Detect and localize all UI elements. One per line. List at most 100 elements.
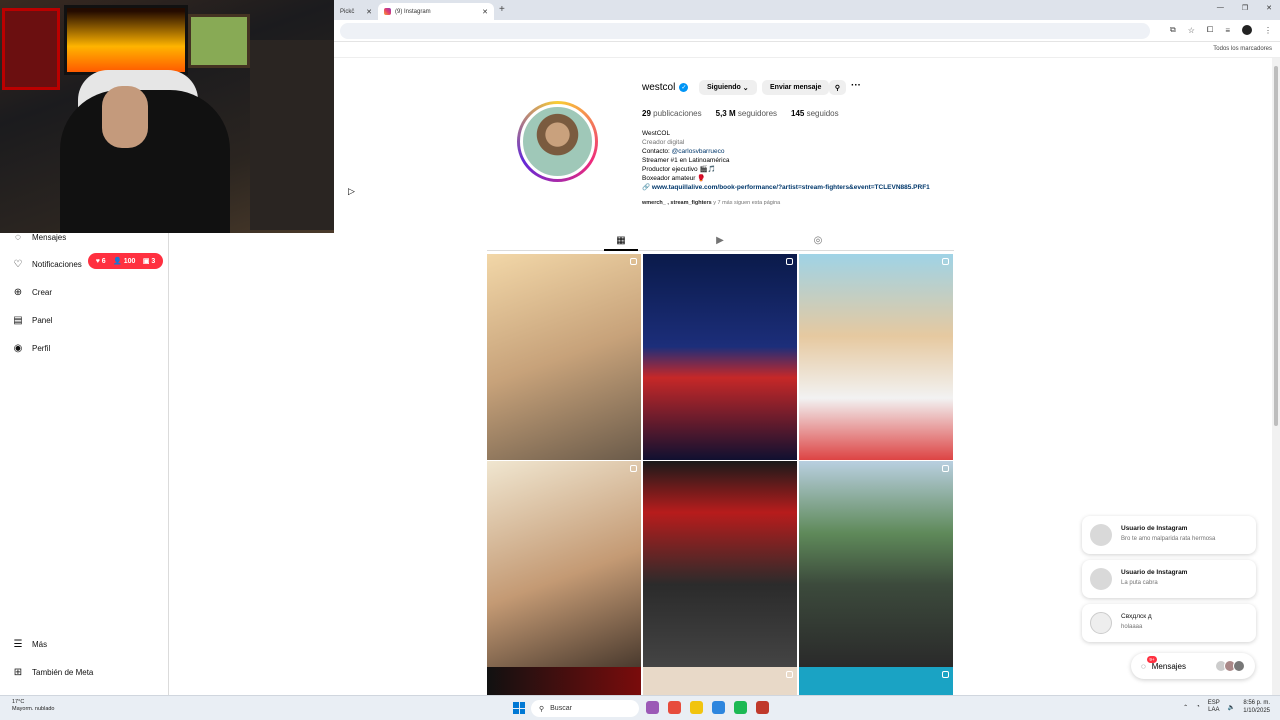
post-thumbnail[interactable] bbox=[799, 667, 953, 695]
bio-external-link[interactable]: 🔗 www.taquillalive.com/book-performance/… bbox=[642, 183, 930, 192]
add-person-icon: ⚲ bbox=[834, 84, 841, 92]
close-tab-icon[interactable]: ✕ bbox=[482, 8, 488, 16]
notification-badge[interactable]: ♥ 6 👤 100 ▣ 3 bbox=[88, 253, 163, 269]
followers-stat[interactable]: 5,3 M seguidores bbox=[716, 109, 777, 118]
weather-widget[interactable]: 17°C Mayorm. nublado bbox=[12, 699, 55, 713]
active-tab-indicator bbox=[604, 249, 638, 251]
scrollbar-thumb[interactable] bbox=[1274, 66, 1278, 426]
browser-tab-inactive[interactable]: Pickc̈ ✕ bbox=[334, 3, 378, 20]
app-icon[interactable] bbox=[646, 701, 659, 714]
spotify-icon[interactable] bbox=[734, 701, 747, 714]
recent-chat-avatars bbox=[1215, 660, 1245, 672]
post-thumbnail[interactable] bbox=[487, 667, 641, 695]
mouse-cursor-icon: ▷ bbox=[348, 186, 355, 196]
close-tab-icon[interactable]: ✕ bbox=[366, 8, 372, 16]
followers-label: seguidores bbox=[737, 109, 778, 118]
tagged-tab-icon[interactable]: ◎ bbox=[812, 234, 824, 246]
post-thumbnail[interactable] bbox=[799, 254, 953, 460]
carousel-icon bbox=[630, 465, 637, 472]
browser-tab-instagram[interactable]: (9) Instagram ✕ bbox=[378, 3, 494, 20]
messages-pill-button[interactable]: ◌ 9+ Mensajes bbox=[1131, 653, 1255, 679]
carousel-icon bbox=[942, 258, 949, 265]
close-window-icon[interactable]: ✕ bbox=[1266, 4, 1272, 12]
suggest-users-button[interactable]: ⚲ bbox=[829, 80, 846, 95]
menu-icon: ☰ bbox=[13, 638, 23, 650]
chat-preview[interactable]: Usuario de Instagram La puta cabra bbox=[1082, 560, 1256, 598]
tabs-divider bbox=[487, 250, 954, 251]
wifi-icon[interactable]: ◔ bbox=[1196, 704, 1200, 710]
sidebar-item-label: Panel bbox=[32, 315, 53, 325]
chat-message: holaaaa bbox=[1121, 624, 1143, 630]
contact-handle-link[interactable]: @carlosvbarrueco bbox=[672, 148, 725, 155]
bookmark-star-icon[interactable]: ☆ bbox=[1188, 26, 1195, 35]
cast-icon[interactable]: ≡ bbox=[1225, 26, 1230, 35]
following-button[interactable]: Siguiendo ⌄ bbox=[699, 80, 757, 95]
chat-message: La puta cabra bbox=[1121, 580, 1158, 586]
taskbar-search[interactable]: ⚲ Buscar bbox=[531, 700, 639, 717]
sidebar-item-more[interactable]: ☰ Más bbox=[12, 635, 48, 653]
chevron-up-icon[interactable]: ⌃ bbox=[1183, 704, 1188, 711]
instagram-favicon-icon bbox=[384, 8, 391, 15]
chrome-icon[interactable] bbox=[668, 701, 681, 714]
posts-label: publicaciones bbox=[653, 109, 702, 118]
plus-icon: ⊕ bbox=[13, 286, 23, 298]
maximize-icon[interactable]: ❐ bbox=[1242, 4, 1248, 12]
webcam-fireplace-screen bbox=[64, 5, 188, 75]
chat-preview[interactable]: Usuario de Instagram Bro te amo malparid… bbox=[1082, 516, 1256, 554]
clock-time: 8:56 p. m. bbox=[1243, 700, 1270, 706]
taskbar-clock[interactable]: 8:56 p. m. 1/10/2025 bbox=[1243, 699, 1270, 715]
more-options-icon[interactable]: ··· bbox=[851, 80, 861, 91]
speaker-icon[interactable]: 🔈 bbox=[1228, 704, 1235, 711]
posts-stat: 29 publicaciones bbox=[642, 109, 702, 118]
followers-count: 5,3 M bbox=[715, 109, 736, 118]
language-indicator[interactable]: ESP LAA bbox=[1208, 700, 1220, 714]
post-thumbnail[interactable] bbox=[487, 254, 641, 460]
sidebar-item-create[interactable]: ⊕ Crear bbox=[12, 283, 52, 301]
following-stat[interactable]: 145 seguidos bbox=[791, 109, 839, 118]
posts-grid-tab-icon[interactable]: ▦ bbox=[615, 234, 627, 246]
comments-value: 3 bbox=[151, 258, 156, 265]
install-icon[interactable]: ⧉ bbox=[1170, 25, 1176, 35]
sidebar-item-also-from-meta[interactable]: ⊞ También de Meta bbox=[12, 663, 94, 681]
post-thumbnail[interactable] bbox=[643, 254, 797, 460]
pinned-icon bbox=[630, 258, 637, 265]
file-explorer-icon[interactable] bbox=[690, 701, 703, 714]
post-thumbnail[interactable] bbox=[487, 461, 641, 667]
reels-tab-icon[interactable]: ▶ bbox=[714, 234, 726, 246]
chat-avatar bbox=[1090, 612, 1112, 634]
sidebar-item-profile[interactable]: ◉ Perfil bbox=[12, 339, 51, 357]
url-input[interactable] bbox=[340, 23, 1150, 39]
new-tab-icon[interactable]: + bbox=[499, 4, 505, 15]
chevron-down-icon: ⌄ bbox=[742, 84, 749, 92]
bio-category: Creador digital bbox=[642, 139, 685, 146]
system-tray: ⌃ ◔ ESP LAA 🔈 8:56 p. m. 1/10/2025 bbox=[1183, 699, 1270, 715]
tab-title: Pickc̈ bbox=[340, 8, 355, 15]
page-scrollbar[interactable] bbox=[1272, 58, 1280, 695]
browser-profile-icon[interactable] bbox=[1242, 25, 1252, 35]
carousel-icon bbox=[786, 258, 793, 265]
edge-icon[interactable] bbox=[712, 701, 725, 714]
lang-region: LAA bbox=[1208, 707, 1220, 713]
sidebar-item-label: Más bbox=[32, 639, 48, 649]
all-bookmarks-link[interactable]: Todos los marcadores bbox=[1213, 46, 1272, 52]
sidebar-item-notifications[interactable]: ♡ Notificaciones bbox=[12, 255, 82, 273]
chat-sender: Cвхдлск д bbox=[1121, 613, 1152, 620]
windows-start-icon[interactable] bbox=[513, 702, 525, 714]
webcam-poster bbox=[2, 8, 60, 90]
post-thumbnail[interactable] bbox=[643, 667, 797, 695]
tab-title: (9) Instagram bbox=[395, 8, 431, 15]
profile-picture[interactable] bbox=[517, 101, 598, 182]
chat-preview[interactable]: Cвхдлск д holaaaa bbox=[1082, 604, 1256, 642]
sidebar-item-dashboard[interactable]: ▤ Panel bbox=[12, 311, 52, 329]
follows-value: 100 bbox=[123, 258, 136, 265]
send-message-button[interactable]: Enviar mensaje bbox=[762, 80, 830, 95]
extensions-icon[interactable]: ⧠ bbox=[1207, 25, 1213, 35]
minimize-icon[interactable]: — bbox=[1217, 4, 1224, 12]
post-thumbnail[interactable] bbox=[643, 461, 797, 667]
sidebar-item-label: Crear bbox=[32, 287, 53, 297]
app-icon[interactable] bbox=[756, 701, 769, 714]
followed-by[interactable]: wmerch_ , stream_fighters y 7 más siguen… bbox=[642, 200, 780, 206]
browser-menu-icon[interactable]: ⋮ bbox=[1264, 26, 1272, 35]
profile-stats: 29 publicaciones 5,3 M seguidores 145 se… bbox=[642, 109, 839, 118]
post-thumbnail[interactable] bbox=[799, 461, 953, 667]
